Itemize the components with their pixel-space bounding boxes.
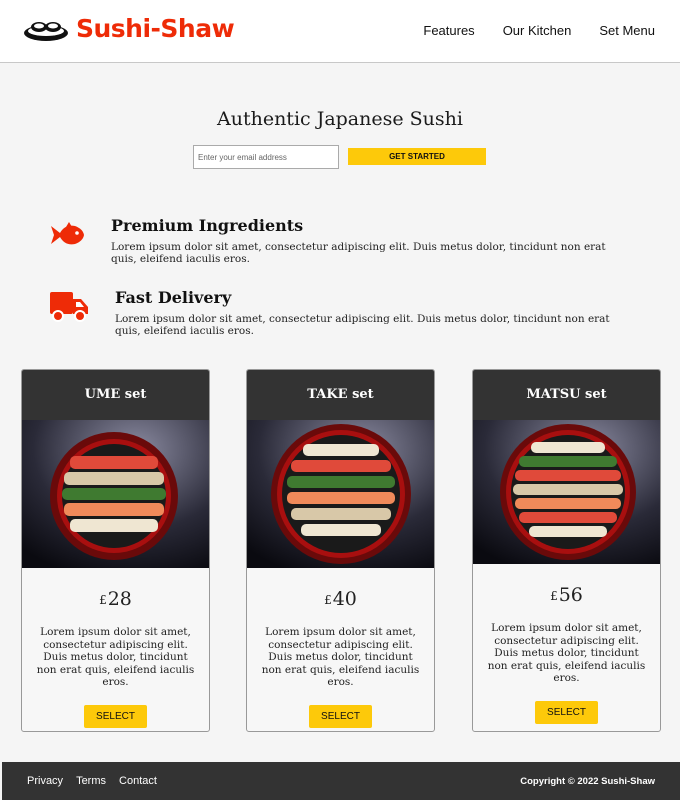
card-description: Lorem ipsum dolor sit amet, consectetur …	[487, 622, 646, 684]
site-header: Sushi-Shaw Features Our Kitchen Set Menu	[0, 0, 680, 63]
price-value: 56	[558, 584, 583, 606]
truck-icon	[50, 292, 88, 322]
card-description: Lorem ipsum dolor sit amet, consectetur …	[261, 626, 420, 688]
logo[interactable]: Sushi-Shaw	[22, 14, 235, 44]
email-input[interactable]	[193, 145, 339, 169]
get-started-button[interactable]: GET STARTED	[348, 148, 486, 165]
card-title: MATSU set	[473, 370, 660, 420]
feature-title: Fast Delivery	[115, 288, 232, 307]
feature-title: Premium Ingredients	[111, 216, 304, 235]
nav-set-menu[interactable]: Set Menu	[599, 22, 655, 40]
card-title: TAKE set	[247, 370, 434, 420]
card-description: Lorem ipsum dolor sit amet, consectetur …	[36, 626, 195, 688]
menu-card-matsu: MATSU set £56 Lorem ipsum dolor sit amet…	[472, 369, 661, 732]
signup-form: GET STARTED	[193, 145, 486, 169]
menu-card-ume: UME set £28 Lorem ipsum dolor sit amet, …	[21, 369, 210, 732]
select-button[interactable]: SELECT	[309, 704, 372, 728]
price-value: 28	[107, 588, 132, 610]
select-button[interactable]: SELECT	[84, 704, 147, 728]
footer-link-contact[interactable]: Contact	[119, 775, 157, 787]
price: £40	[247, 588, 434, 610]
menu-card-take: TAKE set £40 Lorem ipsum dolor sit amet,…	[246, 369, 435, 732]
main-nav: Features Our Kitchen Set Menu	[395, 22, 655, 40]
nav-features[interactable]: Features	[423, 22, 474, 40]
nav-our-kitchen[interactable]: Our Kitchen	[503, 22, 572, 40]
currency-symbol: £	[550, 589, 558, 603]
fish-icon	[51, 222, 84, 245]
copyright: Copyright © 2022 Sushi-Shaw	[520, 776, 655, 787]
hero-title: Authentic Japanese Sushi	[217, 108, 463, 130]
sushi-platter-image	[22, 420, 209, 568]
card-title: UME set	[22, 370, 209, 420]
feature-text: Lorem ipsum dolor sit amet, consectetur …	[115, 313, 610, 337]
footer-link-terms[interactable]: Terms	[76, 775, 106, 787]
currency-symbol: £	[324, 593, 332, 607]
brand-name: Sushi-Shaw	[76, 14, 235, 43]
select-button[interactable]: SELECT	[535, 700, 598, 724]
sushi-logo-icon	[24, 22, 68, 41]
price-value: 40	[332, 588, 357, 610]
footer-links: Privacy Terms Contact	[27, 775, 170, 787]
price: £56	[473, 584, 660, 606]
site-footer: Privacy Terms Contact Copyright © 2022 S…	[2, 762, 680, 800]
currency-symbol: £	[99, 593, 107, 607]
price: £28	[22, 588, 209, 610]
sushi-platter-image	[247, 420, 434, 568]
sushi-platter-image	[473, 420, 660, 564]
footer-link-privacy[interactable]: Privacy	[27, 775, 63, 787]
feature-text: Lorem ipsum dolor sit amet, consectetur …	[111, 241, 606, 265]
